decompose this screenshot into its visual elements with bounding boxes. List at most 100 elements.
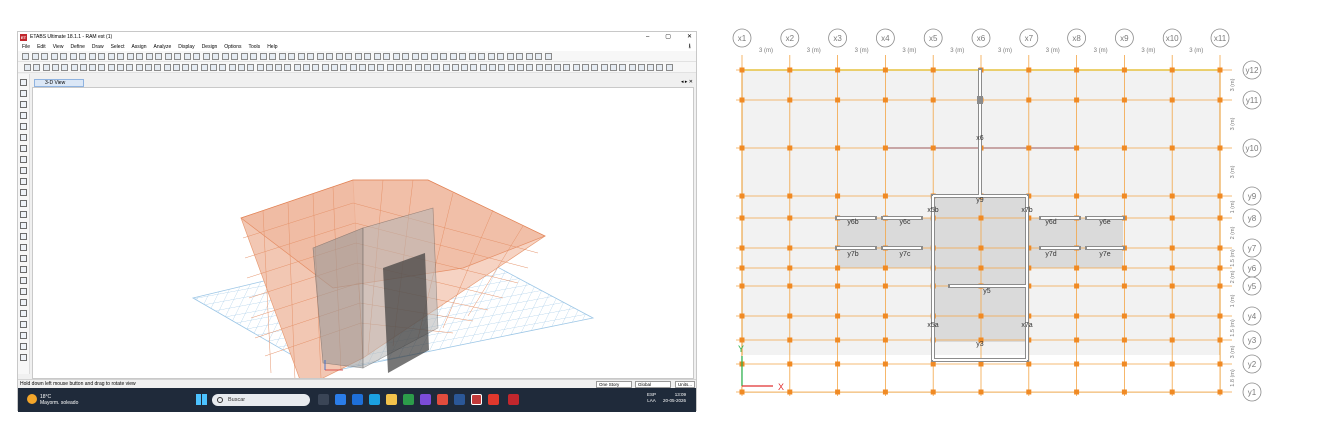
toolbar-tool-icon[interactable]	[288, 53, 295, 60]
weather-widget[interactable]: 18°C Mayorm. soleado	[40, 394, 78, 406]
toolbar-tool-icon[interactable]	[33, 64, 41, 71]
toolbar-tool-icon[interactable]	[656, 64, 664, 71]
draw-tool-icon[interactable]	[20, 277, 27, 284]
3d-viewport[interactable]	[32, 87, 694, 379]
draw-tool-icon[interactable]	[20, 255, 27, 262]
toolbar-tool-icon[interactable]	[535, 53, 542, 60]
toolbar-tool-icon[interactable]	[591, 64, 599, 71]
draw-tool-icon[interactable]	[20, 90, 27, 97]
toolbar-tool-icon[interactable]	[383, 53, 390, 60]
toolbar-tool-icon[interactable]	[117, 53, 124, 60]
toolbar-tool-icon[interactable]	[265, 64, 273, 71]
menu-view[interactable]: View	[53, 44, 64, 50]
toolbar-tool-icon[interactable]	[155, 53, 162, 60]
toolbar-tool-icon[interactable]	[135, 64, 143, 71]
toolbar-tool-icon[interactable]	[231, 53, 238, 60]
toolbar-tool-icon[interactable]	[637, 64, 645, 71]
draw-tool-icon[interactable]	[20, 266, 27, 273]
minimize-button[interactable]: –	[646, 32, 649, 42]
toolbar-tool-icon[interactable]	[461, 64, 469, 71]
toolbar-tool-icon[interactable]	[191, 64, 199, 71]
draw-tool-icon[interactable]	[20, 233, 27, 240]
toolbar-tool-icon[interactable]	[312, 64, 320, 71]
toolbar-tool-icon[interactable]	[210, 64, 217, 71]
toolbar-tool-icon[interactable]	[237, 64, 245, 71]
excel-icon[interactable]	[403, 394, 414, 405]
toolbar-tool-icon[interactable]	[628, 64, 636, 71]
toolbar-tool-icon[interactable]	[284, 64, 292, 71]
draw-tool-icon[interactable]	[20, 200, 27, 207]
draw-tool-icon[interactable]	[20, 123, 27, 130]
toolbar-tool-icon[interactable]	[516, 53, 523, 60]
toolbar-tool-icon[interactable]	[354, 53, 362, 60]
toolbar-tool-icon[interactable]	[619, 64, 627, 71]
draw-tool-icon[interactable]	[20, 189, 27, 196]
autocad-icon[interactable]	[471, 394, 482, 405]
toolbar-tool-icon[interactable]	[60, 53, 67, 60]
toolbar-tool-icon[interactable]	[506, 53, 514, 60]
toolbar-tool-icon[interactable]	[31, 53, 39, 60]
units-button[interactable]: Units...	[675, 381, 695, 388]
menu-analyze[interactable]: Analyze	[153, 44, 171, 50]
language-indicator[interactable]: ESP LAA	[647, 392, 656, 404]
toolbar-tool-icon[interactable]	[22, 53, 29, 60]
tab-3d-view[interactable]: 3-D View	[34, 79, 84, 87]
word-icon[interactable]	[454, 394, 465, 405]
menu-define[interactable]: Define	[70, 44, 84, 50]
toolbar-tool-icon[interactable]	[303, 64, 310, 71]
toolbar-tool-icon[interactable]	[259, 53, 267, 60]
menu-select[interactable]: Select	[111, 44, 125, 50]
toolbar-tool-icon[interactable]	[172, 64, 180, 71]
toolbar-tool-icon[interactable]	[554, 64, 562, 71]
coordinate-system-select[interactable]: Global	[635, 381, 671, 388]
toolbar-tool-icon[interactable]	[41, 53, 48, 60]
toolbar-tool-icon[interactable]	[98, 64, 106, 71]
close-button[interactable]: ✕	[687, 32, 692, 42]
toolbar-tool-icon[interactable]	[544, 53, 552, 60]
toolbar-tool-icon[interactable]	[144, 64, 152, 71]
toolbar-tool-icon[interactable]	[278, 53, 286, 60]
toolbar-tool-icon[interactable]	[582, 64, 589, 71]
toolbar-tool-icon[interactable]	[525, 53, 533, 60]
toolbar-tool-icon[interactable]	[69, 53, 77, 60]
draw-tool-icon[interactable]	[20, 79, 27, 86]
toolbar-tool-icon[interactable]	[212, 53, 219, 60]
toolbar-tool-icon[interactable]	[164, 53, 172, 60]
toolbar-tool-icon[interactable]	[250, 53, 257, 60]
toolbar-tool-icon[interactable]	[609, 64, 617, 71]
toolbar-tool-icon[interactable]	[316, 53, 324, 60]
draw-tool-icon[interactable]	[20, 178, 27, 185]
toolbar-tool-icon[interactable]	[459, 53, 466, 60]
toolbar-tool-icon[interactable]	[572, 64, 580, 71]
system-clock[interactable]: 13:09 20-05-2026	[663, 392, 686, 404]
toolbar-tool-icon[interactable]	[88, 53, 96, 60]
toolbar-tool-icon[interactable]	[70, 64, 78, 71]
toolbar-tool-icon[interactable]	[107, 64, 115, 71]
menu-options[interactable]: Options	[224, 44, 241, 50]
photos-icon[interactable]	[420, 394, 431, 405]
toolbar-tool-icon[interactable]	[79, 53, 86, 60]
draw-tool-icon[interactable]	[20, 145, 27, 152]
download-icon[interactable]: ⭳	[689, 42, 691, 51]
toolbar-tool-icon[interactable]	[665, 64, 673, 71]
toolbar-tool-icon[interactable]	[440, 53, 447, 60]
toolbar-tool-icon[interactable]	[526, 64, 534, 71]
story-select[interactable]: One Story	[596, 381, 632, 388]
toolbar-tool-icon[interactable]	[402, 53, 409, 60]
toolbar-tool-icon[interactable]	[145, 53, 153, 60]
toolbar-tool-icon[interactable]	[386, 64, 394, 71]
weather-icon[interactable]	[27, 394, 37, 404]
toolbar-tool-icon[interactable]	[228, 64, 236, 71]
windows-start-icon[interactable]	[196, 394, 207, 405]
toolbar-tool-icon[interactable]	[600, 64, 608, 71]
toolbar-tool-icon[interactable]	[423, 64, 431, 71]
toolbar-tool-icon[interactable]	[326, 53, 333, 60]
toolbar-tool-icon[interactable]	[411, 53, 419, 60]
toolbar-tool-icon[interactable]	[507, 64, 515, 71]
toolbar-tool-icon[interactable]	[240, 53, 248, 60]
toolbar-tool-icon[interactable]	[293, 64, 301, 71]
toolbar-tool-icon[interactable]	[433, 64, 441, 71]
draw-tool-icon[interactable]	[20, 343, 27, 350]
toolbar-tool-icon[interactable]	[193, 53, 200, 60]
toolbar-tool-icon[interactable]	[321, 64, 329, 71]
